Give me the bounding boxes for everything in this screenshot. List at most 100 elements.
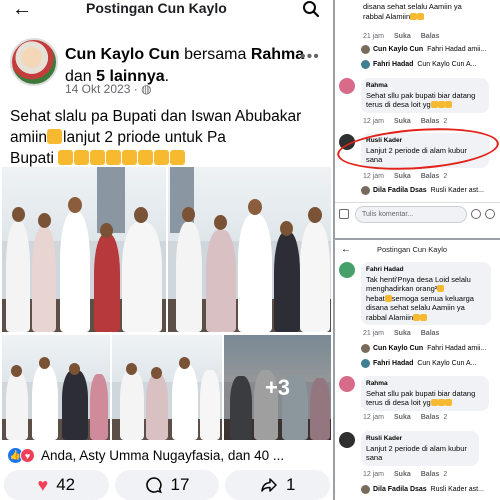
thumbs-up-emoji-icon bbox=[106, 150, 122, 165]
comment-icon bbox=[145, 477, 162, 494]
like-link[interactable]: Suka bbox=[394, 33, 411, 40]
commenter-name[interactable]: Rahma bbox=[366, 379, 484, 389]
reaction-summary[interactable]: 👍 ♥ Anda, Asty Umma Nugayfasia, dan 40 .… bbox=[8, 446, 284, 464]
gif-icon[interactable] bbox=[471, 209, 481, 219]
reply-link[interactable]: Balas bbox=[421, 330, 440, 337]
comment-bubble: Rusli Kader Lanjut 2 periode di alam kub… bbox=[361, 431, 479, 466]
comment-input[interactable]: Tulis komentar... bbox=[355, 206, 467, 223]
page-title: Postingan Cun Kaylo bbox=[86, 0, 227, 16]
reply-preview[interactable]: Cun Kaylo Cun Fahri Hadad amii... bbox=[373, 345, 486, 352]
separator bbox=[335, 202, 500, 203]
avatar[interactable] bbox=[339, 376, 355, 392]
heart-icon: ♥ bbox=[37, 474, 49, 495]
reply-link[interactable]: Balas bbox=[421, 414, 440, 421]
victory-hand-emoji-icon bbox=[58, 150, 74, 165]
top-bar: ← Postingan Cun Kaylo bbox=[335, 244, 500, 256]
reply-link[interactable]: Balas bbox=[421, 173, 440, 180]
post-panel: ← Postingan Cun Kaylo Cun Kaylo Cun bers… bbox=[0, 0, 333, 500]
arrow-left-icon[interactable]: ← bbox=[12, 0, 32, 19]
post-date: 14 Okt 2023 · ◍ bbox=[65, 82, 152, 96]
avatar[interactable] bbox=[361, 344, 370, 353]
avatar[interactable] bbox=[361, 60, 370, 69]
tagged-name[interactable]: Rahma bbox=[251, 46, 304, 63]
commenter-name[interactable]: Rahma bbox=[366, 81, 484, 91]
comment-text: terus di desa loit yg bbox=[366, 100, 431, 109]
author-name[interactable]: Cun Kaylo Cun bbox=[65, 46, 180, 63]
avatar[interactable] bbox=[339, 262, 355, 278]
reply-link[interactable]: Balas bbox=[421, 33, 440, 40]
avatar[interactable] bbox=[361, 485, 370, 494]
reactions-count: 42 bbox=[56, 475, 76, 494]
image-icon[interactable] bbox=[339, 209, 349, 219]
separator: · bbox=[133, 82, 138, 96]
reply-preview[interactable]: Fahri Hadad Cun Kaylo Cun A... bbox=[373, 61, 477, 68]
comment-meta: 12 jam Suka Balas 2 bbox=[363, 173, 448, 180]
more-photos-count[interactable]: +3 bbox=[224, 335, 331, 440]
comment-text: disana sehat selalu Aamiin ya bbox=[363, 2, 462, 11]
comment-bubble: Rahma Sehat sllu pak bupati biar datang … bbox=[361, 78, 489, 113]
reply-preview[interactable]: Dila Fadila Dsas Rusli Kader ast... bbox=[373, 187, 484, 194]
comment-meta: 12 jam Suka Balas 2 bbox=[363, 471, 448, 478]
more-dots-icon[interactable]: ••• bbox=[300, 48, 320, 66]
post-photo[interactable] bbox=[2, 167, 166, 332]
comment-text: rabbal Alamiin bbox=[363, 12, 425, 22]
screenshot-collage: ← Postingan Cun Kaylo Cun Kaylo Cun bers… bbox=[0, 0, 500, 500]
commenter-name[interactable]: Fahri Hadad bbox=[366, 265, 486, 275]
emoji-icon bbox=[417, 13, 425, 20]
avatar[interactable] bbox=[339, 78, 355, 94]
share-button[interactable]: 1 bbox=[225, 470, 331, 500]
comment-meta: 21 jam Suka Balas bbox=[363, 330, 440, 337]
emoji-icon bbox=[410, 13, 418, 20]
like-link[interactable]: Suka bbox=[394, 471, 411, 478]
comment-bubble: Fahri Hadad Tak henti'Pnya desa Loid sel… bbox=[361, 262, 491, 325]
author-avatar[interactable] bbox=[10, 38, 58, 86]
page-title: Postingan Cun Kaylo bbox=[377, 245, 448, 254]
comment-meta: 12 jam Suka Balas 2 bbox=[363, 118, 448, 125]
shares-count: 1 bbox=[285, 475, 296, 494]
like-link[interactable]: Suka bbox=[394, 330, 411, 337]
praying-hands-emoji-icon bbox=[47, 129, 63, 144]
comment-meta: 21 jam Suka Balas bbox=[363, 33, 440, 40]
reply-preview[interactable]: Dila Fadila Dsas Rusli Kader ast... bbox=[373, 486, 484, 493]
muscle-emoji-icon bbox=[154, 150, 170, 165]
avatar[interactable] bbox=[361, 45, 370, 54]
top-bar: ← Postingan Cun Kaylo bbox=[0, 0, 333, 22]
post-photo[interactable] bbox=[112, 335, 222, 440]
reply-link[interactable]: Balas bbox=[421, 118, 440, 125]
post-photo[interactable] bbox=[2, 335, 110, 440]
like-link[interactable]: Suka bbox=[394, 173, 411, 180]
post-photo[interactable]: +3 bbox=[224, 335, 331, 440]
arrow-left-icon[interactable]: ← bbox=[341, 244, 351, 255]
post-text-line: lanjut 2 priode untuk Pa bbox=[63, 129, 226, 146]
avatar[interactable] bbox=[339, 432, 355, 448]
post-text: Sehat slalu pa Bupati dan Iswan Abubakar… bbox=[10, 106, 328, 169]
separator bbox=[335, 238, 500, 240]
muscle-emoji-icon bbox=[122, 150, 138, 165]
commenter-name[interactable]: Rusli Kader bbox=[366, 434, 474, 444]
search-icon[interactable] bbox=[302, 0, 320, 18]
reply-link[interactable]: Balas bbox=[421, 471, 440, 478]
victory-hand-emoji-icon bbox=[74, 150, 90, 165]
post-text-line: amiin bbox=[10, 129, 48, 146]
comments-count: 17 bbox=[170, 475, 190, 494]
emoji-icon[interactable] bbox=[485, 209, 495, 219]
with-word: bersama bbox=[184, 46, 247, 63]
comment-text: Sehat sllu pak bupati biar datang bbox=[366, 90, 476, 100]
globe-icon: ◍ bbox=[141, 82, 152, 96]
reply-preview[interactable]: Cun Kaylo Cun Fahri Hadad amii... bbox=[373, 46, 486, 53]
react-button[interactable]: ♥ 42 bbox=[4, 470, 109, 500]
comments-panel: disana sehat selalu Aamiin ya rabbal Ala… bbox=[335, 0, 500, 500]
reaction-text: Anda, Asty Umma Nugayfasia, dan 40 ... bbox=[41, 447, 285, 463]
victory-hand-emoji-icon bbox=[90, 150, 106, 165]
love-icon: ♥ bbox=[20, 447, 35, 463]
share-icon bbox=[261, 478, 277, 492]
avatar[interactable] bbox=[361, 186, 370, 195]
comment-button[interactable]: 17 bbox=[114, 470, 220, 500]
comment-meta: 12 jam Suka Balas 2 bbox=[363, 414, 448, 421]
reply-preview[interactable]: Fahri Hadad Cun Kaylo Cun A... bbox=[373, 360, 477, 367]
avatar[interactable] bbox=[361, 359, 370, 368]
like-link[interactable]: Suka bbox=[394, 118, 411, 125]
post-photo[interactable] bbox=[168, 167, 331, 332]
like-link[interactable]: Suka bbox=[394, 414, 411, 421]
muscle-emoji-icon bbox=[138, 150, 154, 165]
